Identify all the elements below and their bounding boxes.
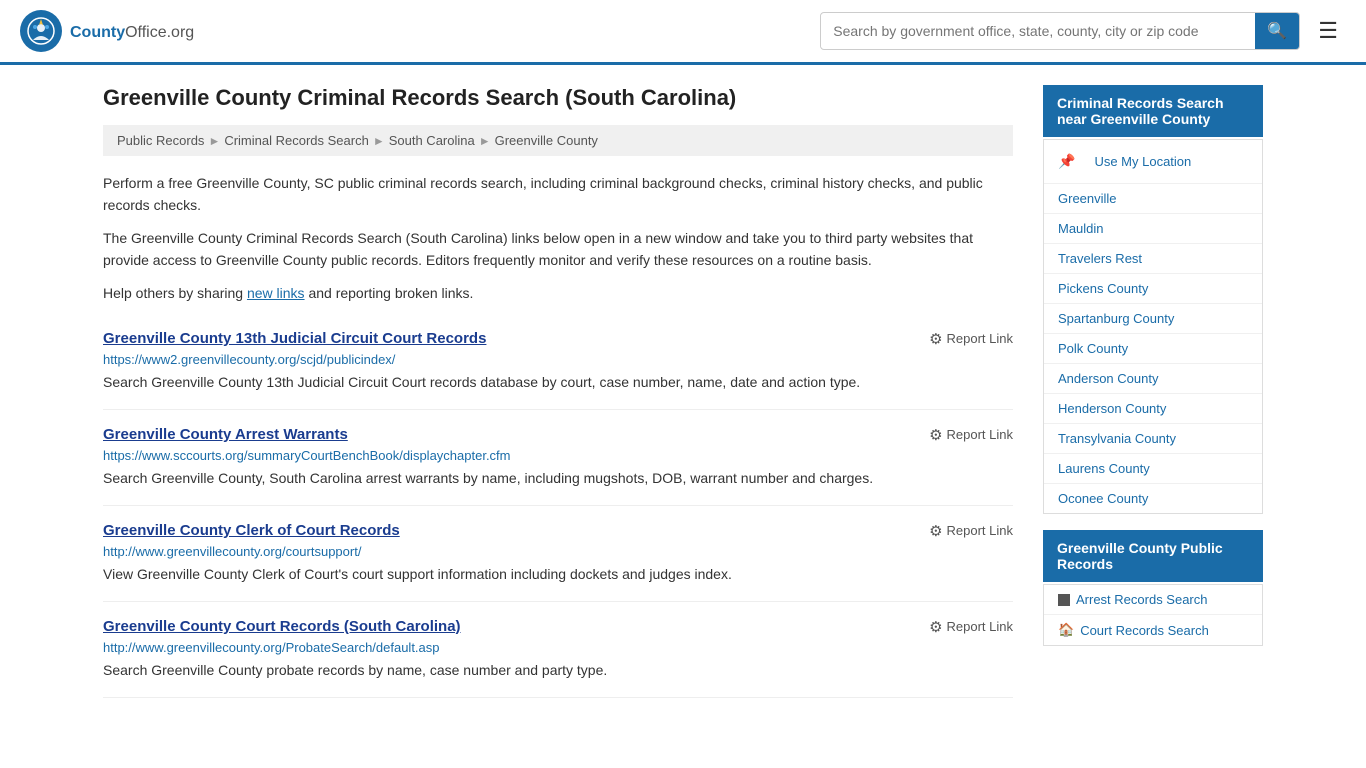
- sidebar-link-spartanburg-county[interactable]: Spartanburg County: [1044, 304, 1262, 334]
- result-item-2: Greenville County Arrest Warrants ⚙ Repo…: [103, 410, 1013, 506]
- breadcrumb-south-carolina[interactable]: South Carolina: [389, 133, 475, 148]
- report-icon-3: ⚙: [929, 522, 942, 540]
- use-my-location-link[interactable]: Use My Location: [1080, 147, 1205, 176]
- breadcrumb-public-records[interactable]: Public Records: [117, 133, 204, 148]
- breadcrumb-current: Greenville County: [495, 133, 598, 148]
- result-header-3: Greenville County Clerk of Court Records…: [103, 522, 1013, 540]
- arrest-records-icon: [1058, 594, 1070, 606]
- result-title-4[interactable]: Greenville County Court Records (South C…: [103, 618, 461, 635]
- result-url-1: https://www2.greenvillecounty.org/scjd/p…: [103, 352, 1013, 367]
- sidebar-use-location[interactable]: 📌 Use My Location: [1044, 140, 1262, 184]
- main-container: Greenville County Criminal Records Searc…: [83, 65, 1283, 718]
- result-item-3: Greenville County Clerk of Court Records…: [103, 506, 1013, 602]
- search-input[interactable]: [821, 15, 1255, 47]
- sidebar-nearby-title: Criminal Records Search near Greenville …: [1043, 85, 1263, 137]
- report-link-1[interactable]: ⚙ Report Link: [929, 330, 1013, 348]
- sidebar-link-henderson-county[interactable]: Henderson County: [1044, 394, 1262, 424]
- sidebar-public-records-links: Arrest Records Search 🏠 Court Records Se…: [1043, 584, 1263, 646]
- description-3: Help others by sharing new links and rep…: [103, 282, 1013, 304]
- report-icon-4: ⚙: [929, 618, 942, 636]
- page-title: Greenville County Criminal Records Searc…: [103, 85, 1013, 111]
- result-desc-3: View Greenville County Clerk of Court's …: [103, 564, 1013, 585]
- description-1: Perform a free Greenville County, SC pub…: [103, 172, 1013, 217]
- result-url-3: http://www.greenvillecounty.org/courtsup…: [103, 544, 1013, 559]
- breadcrumb-sep-2: ►: [373, 134, 385, 148]
- report-link-3[interactable]: ⚙ Report Link: [929, 522, 1013, 540]
- sidebar-link-mauldin[interactable]: Mauldin: [1044, 214, 1262, 244]
- logo-icon: [20, 10, 62, 52]
- result-item-4: Greenville County Court Records (South C…: [103, 602, 1013, 698]
- search-bar: 🔍: [820, 12, 1300, 50]
- sidebar-nearby-links: 📌 Use My Location Greenville Mauldin Tra…: [1043, 139, 1263, 514]
- result-desc-1: Search Greenville County 13th Judicial C…: [103, 372, 1013, 393]
- result-title-1[interactable]: Greenville County 13th Judicial Circuit …: [103, 330, 486, 347]
- sidebar-link-polk-county[interactable]: Polk County: [1044, 334, 1262, 364]
- sidebar: Criminal Records Search near Greenville …: [1043, 85, 1263, 698]
- logo-text: CountyOffice.org: [70, 20, 194, 43]
- sidebar-public-records-title: Greenville County Public Records: [1043, 530, 1263, 582]
- sidebar-link-travelers-rest[interactable]: Travelers Rest: [1044, 244, 1262, 274]
- menu-button[interactable]: ☰: [1310, 14, 1346, 48]
- sidebar-link-greenville[interactable]: Greenville: [1044, 184, 1262, 214]
- logo-area: CountyOffice.org: [20, 10, 194, 52]
- breadcrumb-sep-1: ►: [208, 134, 220, 148]
- content-area: Greenville County Criminal Records Searc…: [103, 85, 1013, 698]
- breadcrumb-sep-3: ►: [479, 134, 491, 148]
- new-links-link[interactable]: new links: [247, 285, 305, 301]
- sidebar-link-laurens-county[interactable]: Laurens County: [1044, 454, 1262, 484]
- location-icon: 📌: [1058, 153, 1075, 170]
- sidebar-link-transylvania-county[interactable]: Transylvania County: [1044, 424, 1262, 454]
- result-title-3[interactable]: Greenville County Clerk of Court Records: [103, 522, 400, 539]
- header: CountyOffice.org 🔍 ☰: [0, 0, 1366, 65]
- search-button[interactable]: 🔍: [1255, 13, 1299, 49]
- result-header-2: Greenville County Arrest Warrants ⚙ Repo…: [103, 426, 1013, 444]
- result-desc-4: Search Greenville County probate records…: [103, 660, 1013, 681]
- result-title-2[interactable]: Greenville County Arrest Warrants: [103, 426, 348, 443]
- court-records-icon: 🏠: [1058, 622, 1074, 638]
- breadcrumb: Public Records ► Criminal Records Search…: [103, 125, 1013, 156]
- result-url-4: http://www.greenvillecounty.org/ProbateS…: [103, 640, 1013, 655]
- report-link-2[interactable]: ⚙ Report Link: [929, 426, 1013, 444]
- result-desc-2: Search Greenville County, South Carolina…: [103, 468, 1013, 489]
- sidebar-link-pickens-county[interactable]: Pickens County: [1044, 274, 1262, 304]
- result-item-1: Greenville County 13th Judicial Circuit …: [103, 314, 1013, 410]
- report-link-4[interactable]: ⚙ Report Link: [929, 618, 1013, 636]
- description-2: The Greenville County Criminal Records S…: [103, 227, 1013, 272]
- report-icon-2: ⚙: [929, 426, 942, 444]
- header-right: 🔍 ☰: [820, 12, 1346, 50]
- result-header-4: Greenville County Court Records (South C…: [103, 618, 1013, 636]
- sidebar-link-anderson-county[interactable]: Anderson County: [1044, 364, 1262, 394]
- result-url-2: https://www.sccourts.org/summaryCourtBen…: [103, 448, 1013, 463]
- result-header-1: Greenville County 13th Judicial Circuit …: [103, 330, 1013, 348]
- sidebar-link-oconee-county[interactable]: Oconee County: [1044, 484, 1262, 513]
- sidebar-court-records[interactable]: 🏠 Court Records Search: [1044, 615, 1262, 645]
- breadcrumb-criminal-records[interactable]: Criminal Records Search: [224, 133, 369, 148]
- sidebar-arrest-records[interactable]: Arrest Records Search: [1044, 585, 1262, 615]
- report-icon-1: ⚙: [929, 330, 942, 348]
